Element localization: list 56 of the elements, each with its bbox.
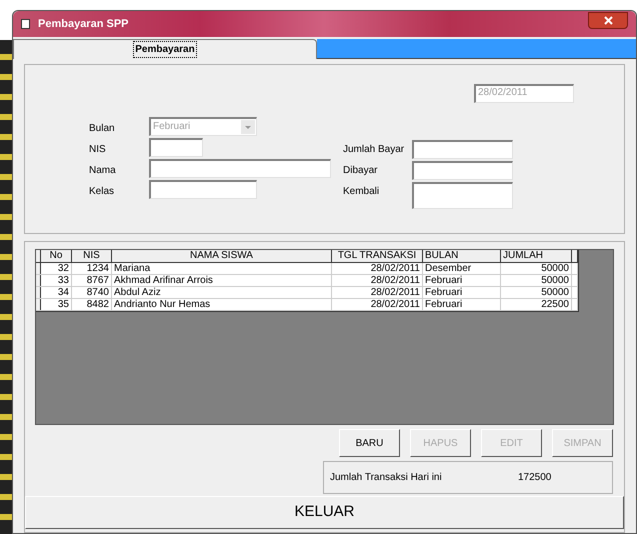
table-cell: Februari — [423, 275, 501, 286]
table-cell: 28/02/2011 — [332, 299, 423, 310]
field-label: Kelas — [89, 184, 116, 199]
table-cell: Andrianto Nur Hemas — [112, 299, 332, 310]
table-cell: 50000 — [501, 287, 572, 298]
row-header[interactable] — [36, 287, 41, 298]
summary-value: 172500 — [518, 471, 552, 485]
table-cell: 1234 — [72, 263, 112, 274]
field-label: Dibayar — [343, 164, 378, 178]
input-field[interactable] — [412, 160, 513, 180]
column-header[interactable]: No — [41, 250, 72, 262]
column-header[interactable]: BULAN — [423, 250, 501, 262]
input-field[interactable] — [149, 138, 203, 157]
field-label: Nama — [89, 164, 117, 178]
table-cell: 32 — [41, 263, 72, 274]
table-cell: Februari — [423, 299, 501, 310]
app-icon — [21, 18, 30, 29]
table-cell: 8740 — [72, 287, 112, 298]
table-cell: 22500 — [501, 299, 572, 310]
input-field[interactable] — [412, 140, 513, 159]
column-header[interactable]: NAMA SISWA — [112, 250, 332, 262]
table-cell: 50000 — [501, 275, 572, 286]
row-header[interactable] — [36, 263, 41, 274]
table-cell: Desember — [423, 263, 501, 274]
table-cell: 35 — [41, 299, 72, 310]
window-title: Pembayaran SPP — [38, 16, 128, 32]
table-cell: 28/02/2011 — [332, 275, 423, 286]
summary-label: Jumlah Transaksi Hari ini — [330, 471, 443, 485]
table-cell: Februari — [423, 287, 501, 298]
close-button[interactable] — [588, 12, 628, 30]
field-label: Bulan — [89, 122, 116, 136]
input-field[interactable] — [412, 182, 513, 209]
row-header[interactable] — [36, 275, 41, 286]
table-cell: 33 — [41, 275, 72, 286]
table-cell: Mariana — [112, 263, 332, 274]
input-field[interactable] — [149, 158, 331, 178]
table-cell: 28/02/2011 — [332, 287, 423, 298]
column-header[interactable]: JUMLAH — [501, 250, 572, 262]
exit-button[interactable]: KELUAR — [25, 496, 624, 529]
table-cell: 28/02/2011 — [332, 263, 423, 274]
close-icon — [604, 16, 612, 26]
table-cell: 34 — [41, 287, 72, 298]
tab[interactable]: Pembayaran — [13, 38, 317, 59]
field-label: Jumlah Bayar — [343, 142, 406, 157]
table-cell: Abdul Aziz — [112, 287, 332, 298]
action-button[interactable]: BARU — [339, 429, 400, 457]
column-header[interactable]: TGL TRANSAKSI — [332, 250, 423, 262]
input-field[interactable] — [149, 180, 257, 199]
field-label: Kembali — [343, 184, 380, 199]
table-cell: Akhmad Arifinar Arrois — [112, 275, 332, 286]
column-header[interactable]: NIS — [72, 250, 112, 262]
table-cell: 8482 — [72, 299, 112, 310]
table-cell: 50000 — [501, 263, 572, 274]
field-label: NIS — [89, 142, 107, 157]
table-cell: 8767 — [72, 275, 112, 286]
row-header[interactable] — [36, 299, 41, 310]
